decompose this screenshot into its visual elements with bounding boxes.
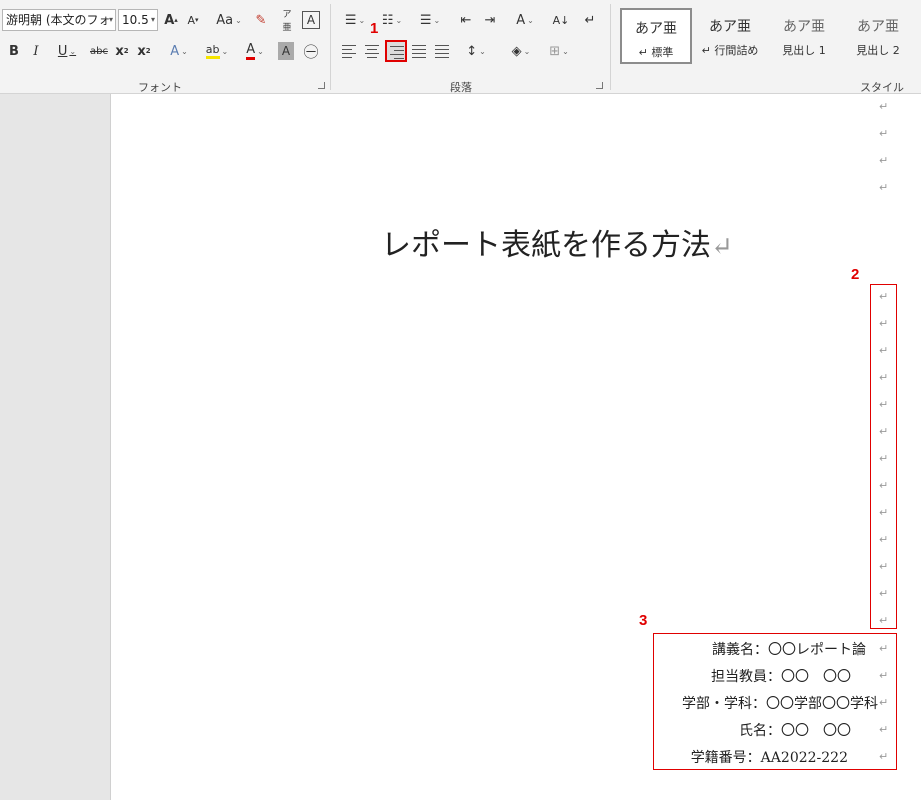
paragraph-mark: ↵ <box>879 371 889 384</box>
paragraph-mark: ↵ <box>879 398 889 411</box>
phonetic-guide-icon[interactable]: ア亜 <box>278 9 296 33</box>
document-page[interactable]: ↵ ↵ ↵ ↵ レポート表紙を作る方法↵ 2 ↵ ↵ ↵ ↵ ↵ ↵ ↵ ↵ ↵… <box>110 94 921 800</box>
paragraph-mark: ↵ <box>879 669 889 682</box>
distributed-icon[interactable] <box>433 42 451 60</box>
align-right-icon[interactable] <box>385 40 407 62</box>
info-line-name: 氏名：〇〇 〇〇 <box>739 723 851 739</box>
text-effects-button[interactable]: A ⌄ <box>164 40 194 62</box>
ribbon: 游明朝 (本文のフォ ▾ 10.5 ▾ A ▴ A ▾ Aa ⌄ ✎ ア亜 A B I… <box>0 0 921 94</box>
paragraph-mark: ↵ <box>879 154 889 167</box>
style-heading-1[interactable]: あア亜 見出し 1 <box>768 8 840 64</box>
asian-layout-button[interactable]: A ⌄ <box>508 9 542 31</box>
style-heading-2[interactable]: あア亜 見出し 2 <box>842 8 914 64</box>
shrink-font-button[interactable]: A ▾ <box>184 9 202 31</box>
annotation-2: 2 <box>851 266 860 283</box>
chevron-down-icon: ▾ <box>108 15 113 24</box>
paragraph-group-label: 段落 <box>450 81 472 94</box>
bullets-button[interactable]: ☰ ⌄ <box>340 9 370 31</box>
superscript-button[interactable]: x2 <box>136 40 152 62</box>
highlight-color-button[interactable]: ab ⌄ <box>200 40 234 62</box>
subscript-button[interactable]: x2 <box>114 40 130 62</box>
annotation-1: 1 <box>370 20 379 37</box>
justify-icon[interactable] <box>410 42 428 60</box>
numbering-button[interactable]: ☷ ⌄ <box>376 9 408 31</box>
group-separator <box>610 4 611 90</box>
style-no-spacing[interactable]: あア亜 ↵ 行間詰め <box>694 8 766 64</box>
font-name-value: 游明朝 (本文のフォ <box>6 13 111 27</box>
italic-button[interactable]: I <box>28 40 44 62</box>
paragraph-mark: ↵ <box>879 290 889 303</box>
group-separator <box>330 4 331 90</box>
paragraph-mark: ↵ <box>879 100 889 113</box>
paragraph-mark: ↵ <box>879 642 889 655</box>
show-marks-icon[interactable]: ↵ <box>580 9 600 31</box>
info-line-faculty: 学部・学科：〇〇学部〇〇学科 <box>682 696 878 712</box>
paragraph-mark: ↵ <box>879 587 889 600</box>
paragraph-mark: ↵ <box>879 506 889 519</box>
change-case-button[interactable]: Aa ⌄ <box>212 9 246 31</box>
paragraph-mark: ↵ <box>879 696 889 709</box>
underline-button[interactable]: U ⌄ <box>52 40 82 62</box>
paragraph-mark: ↵ <box>879 344 889 357</box>
info-line-course: 講義名：〇〇レポート論 <box>712 642 866 658</box>
strikethrough-button[interactable]: abc <box>88 40 110 62</box>
paragraph-mark: ↵ <box>879 723 889 736</box>
info-line-student-id: 学籍番号：AA2022-222 <box>690 750 848 766</box>
font-name-combo[interactable]: 游明朝 (本文のフォ ▾ <box>2 9 116 31</box>
paragraph-mark: ↵ <box>879 127 889 140</box>
enclose-char-icon[interactable]: A <box>302 11 320 29</box>
styles-group-label: スタイル <box>860 81 904 94</box>
bold-button[interactable]: B <box>6 40 22 62</box>
paragraph-mark: ↵ <box>879 614 889 627</box>
paragraph-mark: ↵ <box>879 533 889 546</box>
align-left-icon[interactable] <box>340 42 358 60</box>
multilevel-list-button[interactable]: ☰ ⌄ <box>414 9 446 31</box>
paragraph-mark: ↵ <box>879 479 889 492</box>
left-gutter <box>0 94 110 800</box>
paragraph-mark: ↵ <box>879 452 889 465</box>
increase-indent-icon[interactable]: ⇥ <box>480 9 500 31</box>
sort-icon[interactable]: A↓ <box>552 9 570 31</box>
grow-font-button[interactable]: A ▴ <box>162 9 180 31</box>
paragraph-mark: ↵ <box>879 425 889 438</box>
align-center-icon[interactable] <box>363 42 381 60</box>
paragraph-mark: ↵ <box>879 181 889 194</box>
font-group-label: フォント <box>138 81 182 94</box>
style-normal[interactable]: あア亜 ↵ 標準 <box>620 8 692 64</box>
enclosed-char-icon[interactable]: ㊀ <box>302 40 320 62</box>
shading-button[interactable]: ◈ ⌄ <box>504 40 538 62</box>
paragraph-dialog-launcher-icon[interactable] <box>596 82 603 89</box>
decrease-indent-icon[interactable]: ⇤ <box>456 9 476 31</box>
font-dialog-launcher-icon[interactable] <box>318 82 325 89</box>
font-color-button[interactable]: A ⌄ <box>240 40 270 62</box>
annotation-3: 3 <box>639 612 648 629</box>
line-spacing-button[interactable]: ↕ ⌄ <box>460 40 492 62</box>
font-size-combo[interactable]: 10.5 ▾ <box>118 9 158 31</box>
paragraph-mark: ↵ <box>879 750 889 763</box>
document-title: レポート表紙を作る方法↵ <box>381 228 733 263</box>
borders-button[interactable]: ⊞ ⌄ <box>542 40 576 62</box>
clear-formatting-icon[interactable]: ✎ <box>252 9 270 31</box>
font-size-value: 10.5 <box>122 13 149 27</box>
paragraph-mark: ↵ <box>879 560 889 573</box>
info-line-instructor: 担当教員：〇〇 〇〇 <box>711 669 851 685</box>
paragraph-mark: ↵ <box>879 317 889 330</box>
chevron-down-icon: ▾ <box>150 15 155 24</box>
char-shading-button[interactable]: A <box>278 42 294 60</box>
